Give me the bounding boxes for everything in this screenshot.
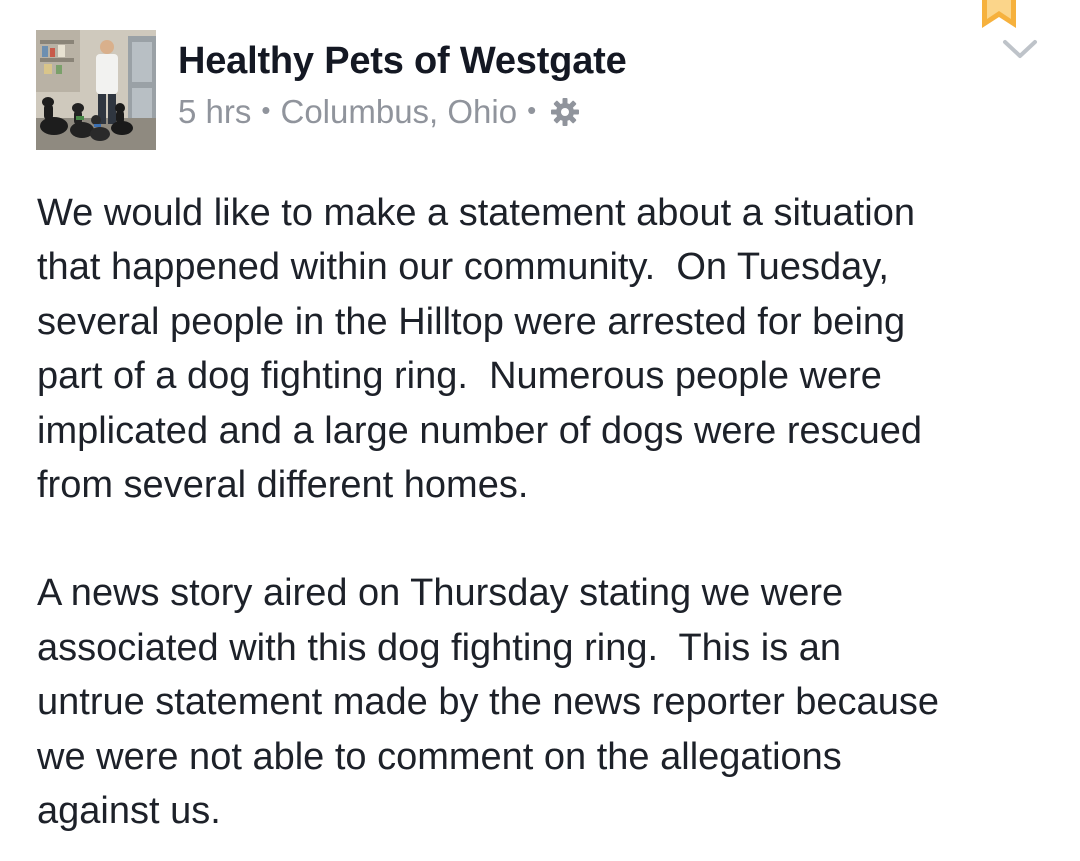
page-name-link[interactable]: Healthy Pets of Westgate [178,40,627,83]
avatar-photo [36,30,156,150]
post-timestamp[interactable]: 5 hrs [178,93,251,131]
chevron-icon-svg [1003,40,1037,58]
post-body: We would like to make a statement about … [37,186,1057,838]
page-avatar[interactable] [36,30,156,150]
facebook-post: Healthy Pets of Westgate 5 hrs • Columbu… [0,0,1080,861]
meta-separator: • [261,94,271,125]
chevron-down-icon[interactable] [1000,36,1040,62]
post-paragraph: A news story aired on Thursday stating w… [37,572,939,833]
post-location[interactable]: Columbus, Ohio [280,93,517,131]
bookmark-ribbon-icon[interactable] [982,0,1016,28]
post-paragraph: We would like to make a statement about … [37,192,923,507]
bookmark-icon-svg [982,0,1016,28]
meta-separator: • [527,94,537,125]
gear-icon-svg [551,98,580,126]
gear-icon[interactable] [548,95,582,129]
post-meta: 5 hrs • Columbus, Ohio • [178,92,582,132]
